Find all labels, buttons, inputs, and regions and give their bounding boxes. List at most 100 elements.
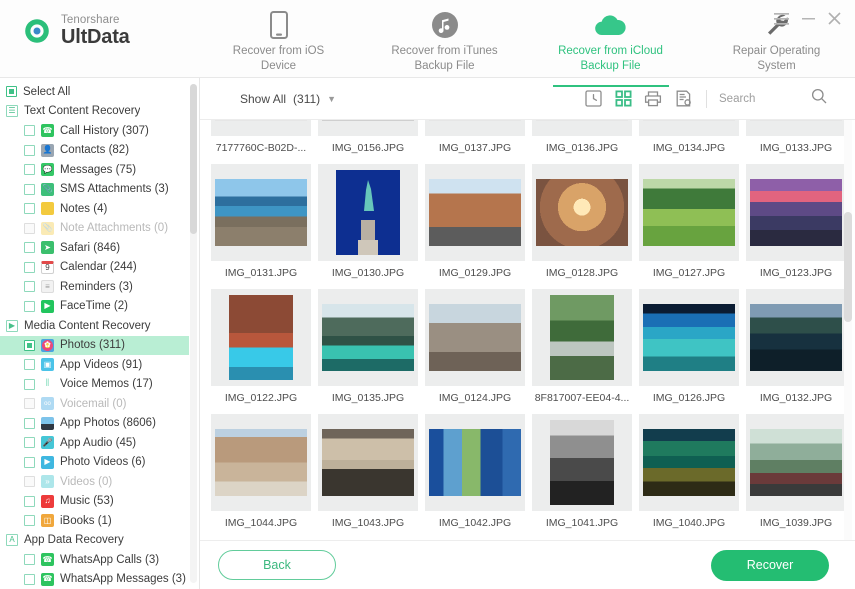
item-checkbox[interactable] bbox=[24, 242, 35, 254]
sidebar-item-voicemail[interactable]: oo Voicemail (0) bbox=[0, 394, 189, 414]
grid-item[interactable]: IMG_0127.JPG bbox=[636, 155, 742, 280]
close-icon[interactable] bbox=[828, 12, 841, 30]
chevron-down-icon[interactable]: ▼ bbox=[327, 94, 336, 104]
app-group-icon: A bbox=[6, 534, 18, 547]
sidebar-item-safari[interactable]: ➤ Safari (846) bbox=[0, 238, 189, 258]
print-icon[interactable] bbox=[638, 85, 668, 113]
sidebar-item-contacts[interactable]: 👤 Contacts (82) bbox=[0, 141, 189, 161]
grid-item[interactable]: IMG_0134.JPG bbox=[636, 120, 742, 155]
grid-item[interactable]: IMG_0129.JPG bbox=[422, 155, 528, 280]
minimize-icon[interactable] bbox=[802, 12, 815, 30]
search-box[interactable] bbox=[719, 88, 837, 109]
item-checkbox bbox=[24, 476, 35, 488]
thumbnail-image bbox=[750, 429, 842, 496]
sidebar-item-videos[interactable]: » Videos (0) bbox=[0, 472, 189, 492]
nav-recover-from-icloud-backup[interactable]: Recover from iCloud Backup File bbox=[547, 10, 675, 87]
sidebar-item-messages[interactable]: 💬 Messages (75) bbox=[0, 160, 189, 180]
grid-view-icon[interactable] bbox=[608, 85, 638, 113]
item-checkbox[interactable] bbox=[24, 300, 35, 312]
grid-item[interactable]: IMG_1043.JPG bbox=[315, 405, 421, 530]
sidebar-item-app-audio[interactable]: 🎤 App Audio (45) bbox=[0, 433, 189, 453]
item-checkbox[interactable] bbox=[24, 339, 35, 351]
grid-item[interactable]: IMG_1042.JPG bbox=[422, 405, 528, 530]
sidebar-item-voice-memos[interactable]: ‖ Voice Memos (17) bbox=[0, 375, 189, 395]
grid-item[interactable]: IMG_0133.JPG bbox=[743, 120, 849, 155]
sidebar-item-facetime[interactable]: ▶ FaceTime (2) bbox=[0, 297, 189, 317]
item-checkbox[interactable] bbox=[24, 456, 35, 468]
sidebar-item-whatsapp-calls[interactable]: ☎ WhatsApp Calls (3) bbox=[0, 550, 189, 570]
sidebar-item-notes[interactable]: Notes (4) bbox=[0, 199, 189, 219]
item-checkbox[interactable] bbox=[24, 573, 35, 585]
item-checkbox[interactable] bbox=[24, 261, 35, 273]
thumbnail bbox=[318, 289, 418, 386]
sidebar-item-calendar[interactable]: 9 Calendar (244) bbox=[0, 258, 189, 278]
item-checkbox[interactable] bbox=[24, 378, 35, 390]
grid-item[interactable]: IMG_0122.JPG bbox=[208, 280, 314, 405]
app-header: Tenorshare UltData Recover from iOS Devi… bbox=[0, 0, 855, 87]
time-view-icon[interactable] bbox=[578, 85, 608, 113]
sidebar-item-call-history[interactable]: ☎ Call History (307) bbox=[0, 121, 189, 141]
menu-icon[interactable] bbox=[774, 12, 789, 30]
item-checkbox[interactable] bbox=[24, 281, 35, 293]
item-checkbox[interactable] bbox=[24, 515, 35, 527]
sidebar-item-whatsapp-messages[interactable]: ☎ WhatsApp Messages (3) bbox=[0, 570, 189, 589]
grid-item[interactable]: IMG_0130.JPG bbox=[315, 155, 421, 280]
grid-item[interactable]: IMG_1044.JPG bbox=[208, 405, 314, 530]
item-checkbox[interactable] bbox=[24, 125, 35, 137]
grid-item[interactable]: IMG_0136.JPG bbox=[529, 120, 635, 155]
sidebar-item-label: WhatsApp Calls (3) bbox=[60, 553, 160, 566]
grid-scrollbar[interactable] bbox=[844, 120, 852, 540]
grid-item[interactable]: IMG_0126.JPG bbox=[636, 280, 742, 405]
grid-item[interactable]: IMG_0123.JPG bbox=[743, 155, 849, 280]
grid-item[interactable]: 8F817007-EE04-4... bbox=[529, 280, 635, 405]
scrollbar-thumb[interactable] bbox=[190, 84, 197, 234]
sidebar-item-app-videos[interactable]: ▣ App Videos (91) bbox=[0, 355, 189, 375]
sidebar-item-sms-attachments[interactable]: 📎 SMS Attachments (3) bbox=[0, 180, 189, 200]
sidebar-group-text-content-recovery[interactable]: ☰ Text Content Recovery bbox=[0, 102, 189, 122]
brand-text: Tenorshare UltData bbox=[61, 14, 130, 48]
sidebar-item-select-all[interactable]: Select All bbox=[0, 82, 189, 102]
nav-recover-from-itunes-backup[interactable]: Recover from iTunes Backup File bbox=[381, 10, 509, 80]
back-button[interactable]: Back bbox=[218, 550, 336, 580]
item-checkbox[interactable] bbox=[24, 417, 35, 429]
grid-item[interactable]: IMG_0156.JPG bbox=[315, 120, 421, 155]
grid-item[interactable]: IMG_0132.JPG bbox=[743, 280, 849, 405]
grid-item[interactable]: IMG_1040.JPG bbox=[636, 405, 742, 530]
search-input[interactable] bbox=[719, 92, 811, 105]
sidebar-group-media-content-recovery[interactable]: ▶ Media Content Recovery bbox=[0, 316, 189, 336]
item-checkbox[interactable] bbox=[24, 437, 35, 449]
sidebar-item-photo-videos[interactable]: ▶ Photo Videos (6) bbox=[0, 453, 189, 473]
scrollbar-thumb[interactable] bbox=[844, 212, 852, 322]
grid-item[interactable]: 7177760C-B02D-... bbox=[208, 120, 314, 155]
sidebar-scrollbar[interactable] bbox=[190, 84, 197, 583]
grid-item-label: IMG_0126.JPG bbox=[652, 392, 726, 404]
item-checkbox[interactable] bbox=[24, 183, 35, 195]
item-checkbox[interactable] bbox=[24, 164, 35, 176]
nav-recover-from-ios-device[interactable]: Recover from iOS Device bbox=[215, 10, 343, 80]
sidebar-item-photos[interactable]: ✿ Photos (311) bbox=[0, 335, 189, 355]
sidebar-item-music[interactable]: ♫ Music (53) bbox=[0, 492, 189, 512]
item-checkbox[interactable] bbox=[24, 554, 35, 566]
item-checkbox[interactable] bbox=[24, 359, 35, 371]
export-settings-icon[interactable] bbox=[668, 85, 698, 113]
grid-item[interactable]: IMG_1041.JPG bbox=[529, 405, 635, 530]
grid-item[interactable]: IMG_0128.JPG bbox=[529, 155, 635, 280]
select-all-checkbox[interactable] bbox=[6, 86, 17, 98]
show-all-dropdown[interactable]: Show All (311) ▼ bbox=[240, 92, 336, 106]
notes-icon bbox=[41, 202, 54, 216]
grid-item[interactable]: IMG_0135.JPG bbox=[315, 280, 421, 405]
sidebar-item-ibooks[interactable]: ◫ iBooks (1) bbox=[0, 511, 189, 531]
sidebar-item-note-attachments[interactable]: 📎 Note Attachments (0) bbox=[0, 219, 189, 239]
grid-item[interactable]: IMG_0131.JPG bbox=[208, 155, 314, 280]
sidebar-item-app-photos[interactable]: App Photos (8606) bbox=[0, 414, 189, 434]
grid-item[interactable]: IMG_1039.JPG bbox=[743, 405, 849, 530]
recover-button[interactable]: Recover bbox=[711, 549, 829, 581]
sidebar-item-reminders[interactable]: ≡ Reminders (3) bbox=[0, 277, 189, 297]
sidebar-group-app-data-recovery[interactable]: A App Data Recovery bbox=[0, 531, 189, 551]
grid-item[interactable]: IMG_0124.JPG bbox=[422, 280, 528, 405]
grid-item[interactable]: IMG_0137.JPG bbox=[422, 120, 528, 155]
search-icon[interactable] bbox=[811, 88, 827, 109]
item-checkbox[interactable] bbox=[24, 495, 35, 507]
item-checkbox[interactable] bbox=[24, 144, 35, 156]
item-checkbox[interactable] bbox=[24, 203, 35, 215]
